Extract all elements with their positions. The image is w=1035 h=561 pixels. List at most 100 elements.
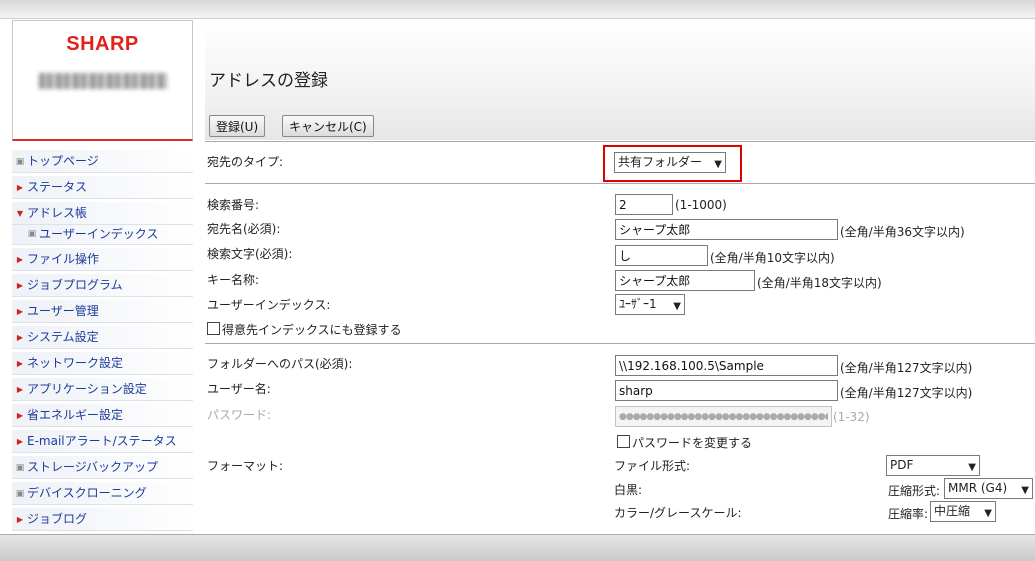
caret-right-icon: ▶ xyxy=(16,436,24,446)
change-password-checkbox[interactable]: パスワードを変更する xyxy=(617,434,752,451)
square-bullet-icon: ▣ xyxy=(15,156,25,167)
divider xyxy=(205,183,1035,184)
sidebar-item-label: ネットワーク設定 xyxy=(27,356,124,370)
sidebar-item-label: アプリケーション設定 xyxy=(27,382,147,396)
sidebar-item[interactable]: ▶ ユーザー管理 xyxy=(12,300,193,323)
sidebar-item[interactable]: ▣ トップページ xyxy=(12,150,193,173)
search-number-label: 検索番号: xyxy=(207,198,260,212)
divider xyxy=(205,343,1035,344)
caret-right-icon: ▶ xyxy=(16,514,24,524)
key-name-label: キー名称: xyxy=(207,273,260,287)
favorite-checkbox-label: 得意先インデックスにも登録する xyxy=(222,323,402,337)
sidebar-item-label: ユーザーインデックス xyxy=(39,227,159,241)
caret-right-icon: ▶ xyxy=(16,332,24,342)
caret-right-icon: ▶ xyxy=(16,182,24,192)
sidebar-item[interactable]: ▶ ファイル操作 xyxy=(12,248,193,271)
bottom-bar xyxy=(0,534,1035,561)
file-type-label: ファイル形式: xyxy=(614,459,691,473)
password-input[interactable] xyxy=(615,406,832,427)
sidebar-item[interactable]: ▶ ジョブプログラム xyxy=(12,274,193,297)
chevron-down-icon: ▼ xyxy=(968,462,976,473)
sidebar-item[interactable]: ▣ ストレージバックアップ xyxy=(12,456,193,479)
sidebar-item-label: E-mailアラート/ステータス xyxy=(27,434,177,448)
register-button[interactable]: 登録(U) xyxy=(209,115,266,137)
sidebar-item-label: ユーザー管理 xyxy=(27,304,99,318)
caret-right-icon: ▶ xyxy=(16,280,24,290)
sidebar-item-label: ジョブプログラム xyxy=(27,278,123,292)
sidebar-nav: ▣ トップページ ▶ ステータス ▼ アドレス帳 ▣ ユーザーインデックス ▶ ファイル操作 ▶ ジョ… xyxy=(12,150,193,534)
sidebar-item[interactable]: ▶ E-mailアラート/ステータス xyxy=(12,430,193,453)
top-strip xyxy=(0,0,1035,19)
caret-right-icon: ▶ xyxy=(16,410,24,420)
folder-path-input[interactable] xyxy=(615,355,838,376)
sidebar-item[interactable]: ▶ ネットワーク設定 xyxy=(12,352,193,375)
caret-right-icon: ▶ xyxy=(16,306,24,316)
sidebar-item-label: デバイスクローニング xyxy=(27,486,147,500)
user-index-value: ﾕｰｻﾞｰ1 xyxy=(619,297,657,311)
search-char-input[interactable] xyxy=(615,245,708,266)
sidebar-item[interactable]: ▣ ユーザーインデックス xyxy=(12,225,193,245)
sidebar-item[interactable]: ▼ アドレス帳 xyxy=(12,202,193,225)
ratio-select[interactable]: 中圧縮 ▼ xyxy=(930,501,996,522)
chevron-down-icon: ▼ xyxy=(984,508,992,519)
user-index-label: ユーザーインデックス: xyxy=(207,298,331,312)
sidebar-item[interactable]: ▶ システム設定 xyxy=(12,326,193,349)
search-char-label: 検索文字(必須): xyxy=(207,247,293,261)
compression-value: MMR (G4) xyxy=(948,481,1008,495)
sidebar-item[interactable]: ▶ アプリケーション設定 xyxy=(12,378,193,401)
sidebar-item-label: ファイル操作 xyxy=(27,252,100,266)
chevron-down-icon: ▼ xyxy=(1021,485,1029,496)
mono-label: 白黒: xyxy=(614,483,643,497)
sidebar-item-label: ステータス xyxy=(27,180,88,194)
search-char-note: (全角/半角10文字以内) xyxy=(710,251,835,265)
cancel-button[interactable]: キャンセル(C) xyxy=(282,115,374,137)
search-number-note: (1-1000) xyxy=(675,198,727,212)
sidebar-item-label: ジョブログ xyxy=(27,512,88,526)
ratio-value: 中圧縮 xyxy=(934,504,971,518)
checkbox-box[interactable] xyxy=(207,322,220,335)
format-label: フォーマット: xyxy=(207,459,284,473)
chevron-down-icon: ▼ xyxy=(673,301,681,312)
compression-select[interactable]: MMR (G4) ▼ xyxy=(944,478,1033,499)
square-bullet-icon: ▣ xyxy=(15,488,25,499)
change-password-label: パスワードを変更する xyxy=(632,436,753,450)
dest-name-input[interactable] xyxy=(615,219,838,240)
username-note: (全角/半角127文字以内) xyxy=(840,386,973,400)
password-note: (1-32) xyxy=(833,410,870,424)
caret-down-icon: ▼ xyxy=(16,208,24,218)
caret-right-icon: ▶ xyxy=(16,358,24,368)
password-label: パスワード: xyxy=(207,408,272,422)
color-label: カラー/グレースケール: xyxy=(614,506,742,520)
dest-name-label: 宛先名(必須): xyxy=(207,222,281,236)
sidebar-item[interactable]: ▣ デバイスクローニング xyxy=(12,482,193,505)
checkbox-box[interactable] xyxy=(617,435,630,448)
username-input[interactable] xyxy=(615,380,838,401)
square-bullet-icon: ▣ xyxy=(15,462,25,473)
dest-name-note: (全角/半角36文字以内) xyxy=(840,225,965,239)
sidebar-item[interactable]: ▶ ジョブログ xyxy=(12,508,193,531)
key-name-input[interactable] xyxy=(615,270,755,291)
ratio-label: 圧縮率: xyxy=(888,507,929,521)
sidebar-item[interactable]: ▶ 省エネルギー設定 xyxy=(12,404,193,427)
logo-panel: SHARP xyxy=(12,20,193,141)
search-number-input[interactable] xyxy=(615,194,673,215)
favorite-checkbox[interactable]: 得意先インデックスにも登録する xyxy=(207,321,402,338)
caret-right-icon: ▶ xyxy=(16,384,24,394)
model-name-blurred xyxy=(39,73,167,89)
file-type-select[interactable]: PDF ▼ xyxy=(886,455,980,476)
sidebar-item-label: アドレス帳 xyxy=(27,206,88,220)
folder-path-label: フォルダーへのパス(必須): xyxy=(207,357,353,371)
sidebar-item-label: 省エネルギー設定 xyxy=(27,408,124,422)
key-name-note: (全角/半角18文字以内) xyxy=(757,276,882,290)
compression-label: 圧縮形式: xyxy=(888,484,941,498)
user-index-select[interactable]: ﾕｰｻﾞｰ1 ▼ xyxy=(615,294,685,315)
file-type-value: PDF xyxy=(890,458,914,472)
sidebar-item-label: トップページ xyxy=(27,154,99,168)
username-label: ユーザー名: xyxy=(207,382,271,396)
sidebar-item-label: システム設定 xyxy=(27,330,99,344)
divider xyxy=(205,141,1035,142)
folder-path-note: (全角/半角127文字以内) xyxy=(840,361,973,375)
highlight-box xyxy=(603,145,742,182)
sidebar-item[interactable]: ▶ ステータス xyxy=(12,176,193,199)
sharp-logo: SHARP xyxy=(66,33,139,55)
